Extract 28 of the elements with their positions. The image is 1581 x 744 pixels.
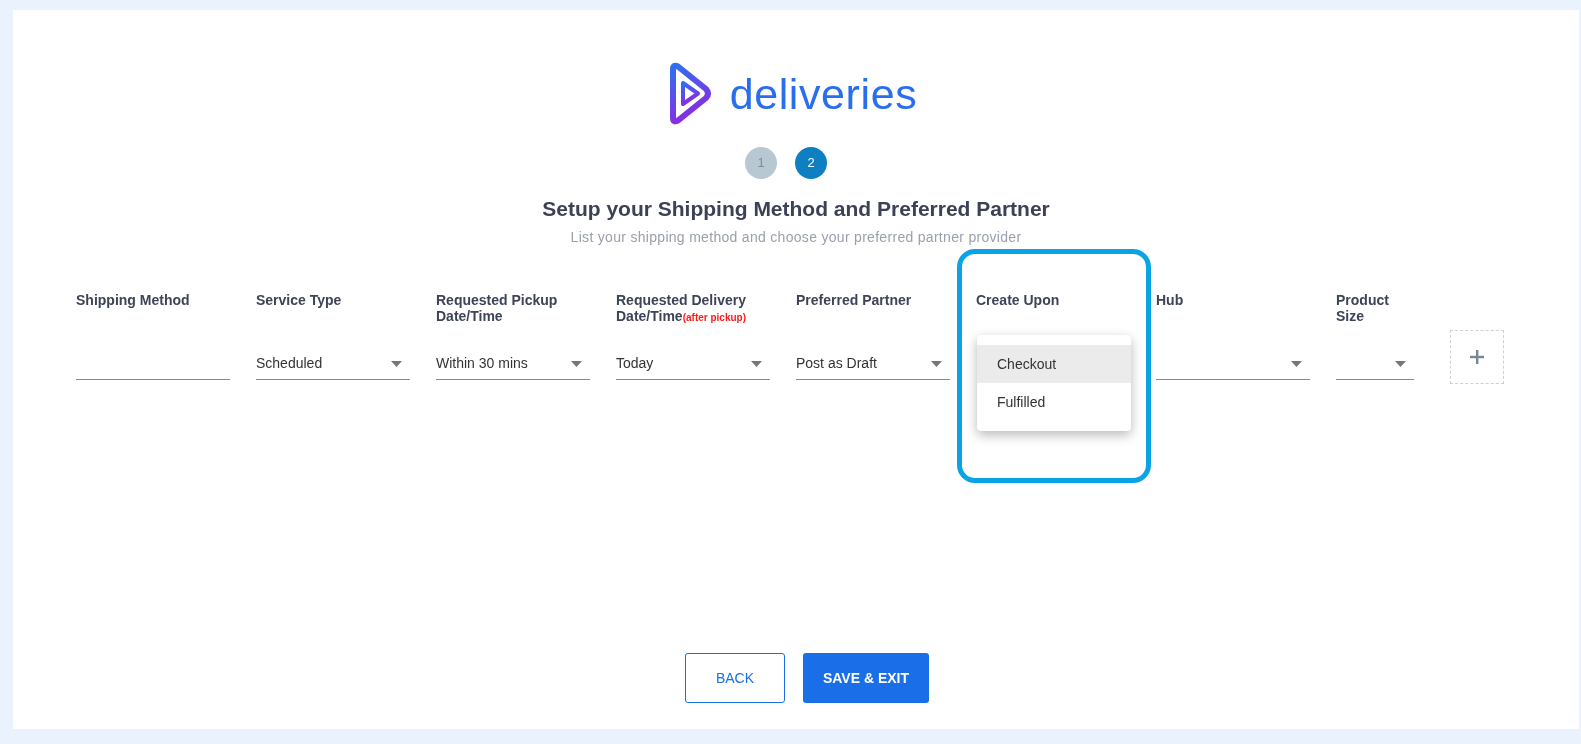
plus-icon <box>1470 350 1484 364</box>
page-subtitle: List your shipping method and choose your preferred partner provider <box>570 228 1022 247</box>
caret-icon <box>1395 360 1406 367</box>
column-label: Hub <box>1156 292 1185 308</box>
select-field[interactable]: Within 30 mins <box>436 348 590 380</box>
brand-name: deliveries <box>729 68 918 119</box>
action-button[interactable]: SAVE & EXIT <box>803 653 929 703</box>
page-title: Setup your Shipping Method and Preferred Partner <box>542 196 1050 222</box>
column-label: Preferred Partner <box>796 292 913 308</box>
menu-option[interactable]: Checkout <box>977 345 1131 383</box>
column-label: Requested Delivery Date/Time(after pickup) <box>616 292 747 326</box>
action-button[interactable]: BACK <box>685 653 785 703</box>
column-label: Product Size <box>1336 292 1390 324</box>
caret-icon <box>571 360 582 367</box>
caret-icon <box>751 360 762 367</box>
select-field[interactable]: Post as Draft <box>796 348 950 380</box>
step-indicator: 1 <box>745 147 777 179</box>
caret-icon <box>931 360 942 367</box>
column-label: Requested Pickup Date/Time <box>436 292 559 324</box>
column-label: Service Type <box>256 292 343 308</box>
step-indicator: 2 <box>795 147 827 179</box>
column-label: Shipping Method <box>76 292 191 308</box>
select-field[interactable]: Scheduled <box>256 348 410 380</box>
menu-option[interactable]: Fulfilled <box>977 383 1131 421</box>
select-field[interactable]: Today <box>616 348 770 380</box>
caret-icon <box>391 360 402 367</box>
caret-icon <box>1291 360 1302 367</box>
column-label: Create Upon <box>976 292 1061 308</box>
